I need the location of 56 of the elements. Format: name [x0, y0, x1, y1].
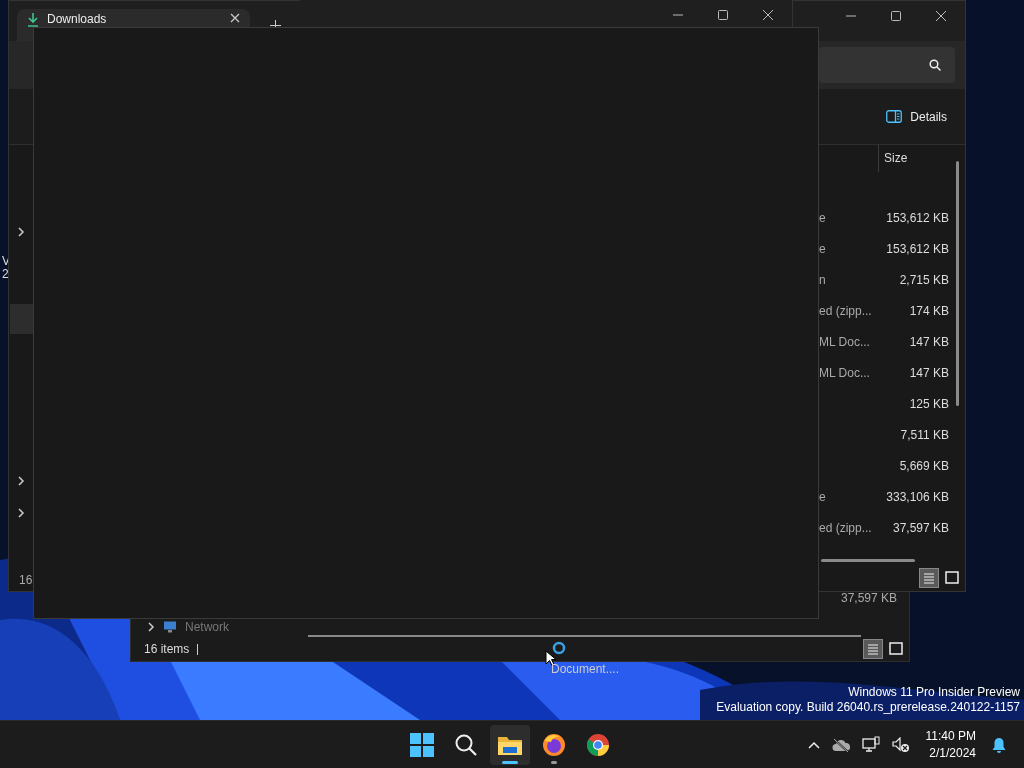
- chevron-icon[interactable]: [18, 508, 25, 518]
- file-size: 2,715 KB: [898, 272, 949, 287]
- close-icon[interactable]: [935, 10, 947, 22]
- firefox-icon[interactable]: [542, 732, 566, 757]
- bell-icon[interactable]: [992, 736, 1006, 753]
- details-pane-button[interactable]: Details: [882, 105, 951, 128]
- chevron-icon[interactable]: [18, 227, 25, 237]
- tooltip-text: Document....: [551, 662, 620, 676]
- file-type: ML Doc...: [819, 365, 871, 380]
- maximize-icon[interactable]: [717, 9, 729, 21]
- chevron-icon[interactable]: [148, 621, 155, 632]
- chevron-up-icon[interactable]: [807, 740, 820, 749]
- desktop-icon-label: 2: [2, 268, 10, 281]
- network-icon[interactable]: [861, 735, 880, 754]
- file-type: e: [819, 489, 827, 504]
- panel-icon: [886, 110, 903, 123]
- file-size: 37,597 KB: [891, 520, 949, 535]
- search-icon: [929, 59, 941, 71]
- taskbar-button[interactable]: [490, 724, 530, 765]
- file-type: ed (zipp...: [819, 303, 873, 318]
- loading-icon: [552, 641, 566, 655]
- file-size: 5,669 KB: [898, 458, 949, 473]
- chrome-icon[interactable]: [586, 732, 610, 757]
- file-size: 7,511 KB: [899, 427, 949, 442]
- sidebar-item[interactable]: Network: [185, 620, 229, 633]
- file-type: n: [819, 272, 827, 287]
- close-icon[interactable]: [230, 13, 240, 23]
- cloud-off-icon[interactable]: [831, 737, 850, 752]
- windows-logo-icon[interactable]: [410, 732, 434, 757]
- maximize-icon[interactable]: [890, 10, 902, 22]
- close-icon[interactable]: [762, 9, 774, 21]
- file-size: 153,612 KB: [885, 241, 949, 256]
- file-size: 147 KB: [908, 365, 949, 380]
- monitor-icon: [163, 620, 177, 633]
- file-type: e: [819, 241, 827, 256]
- download-icon: [27, 13, 39, 27]
- clock-date[interactable]: 2/1/2024: [929, 746, 976, 760]
- watermark-text: Windows 11 Pro Insider Preview: [848, 685, 1020, 700]
- file-size: 125 KB: [908, 396, 949, 411]
- cursor-icon: [545, 650, 556, 666]
- status-text: 16 items: [144, 642, 190, 656]
- watermark-text: Evaluation copy. Build 26040.rs_prerelease.240122-1157: [716, 700, 1020, 715]
- search-icon[interactable]: [454, 732, 478, 757]
- file-size: 174 KB: [908, 303, 949, 318]
- file-type: ML Doc...: [819, 334, 871, 349]
- chevron-icon[interactable]: [18, 476, 25, 486]
- file-size: 153,612 KB: [885, 210, 949, 225]
- speaker-muted-icon[interactable]: [891, 736, 910, 753]
- file-size: 333,106 KB: [885, 489, 949, 504]
- file-type: e: [819, 210, 827, 225]
- search-field[interactable]: [819, 47, 955, 83]
- file-type: ed (zipp...: [819, 520, 873, 535]
- clock-time[interactable]: 11:40 PM: [925, 729, 976, 743]
- status-text: 16: [19, 573, 33, 587]
- file-size: 37,597 KB: [840, 591, 897, 605]
- file-size: 147 KB: [908, 334, 949, 349]
